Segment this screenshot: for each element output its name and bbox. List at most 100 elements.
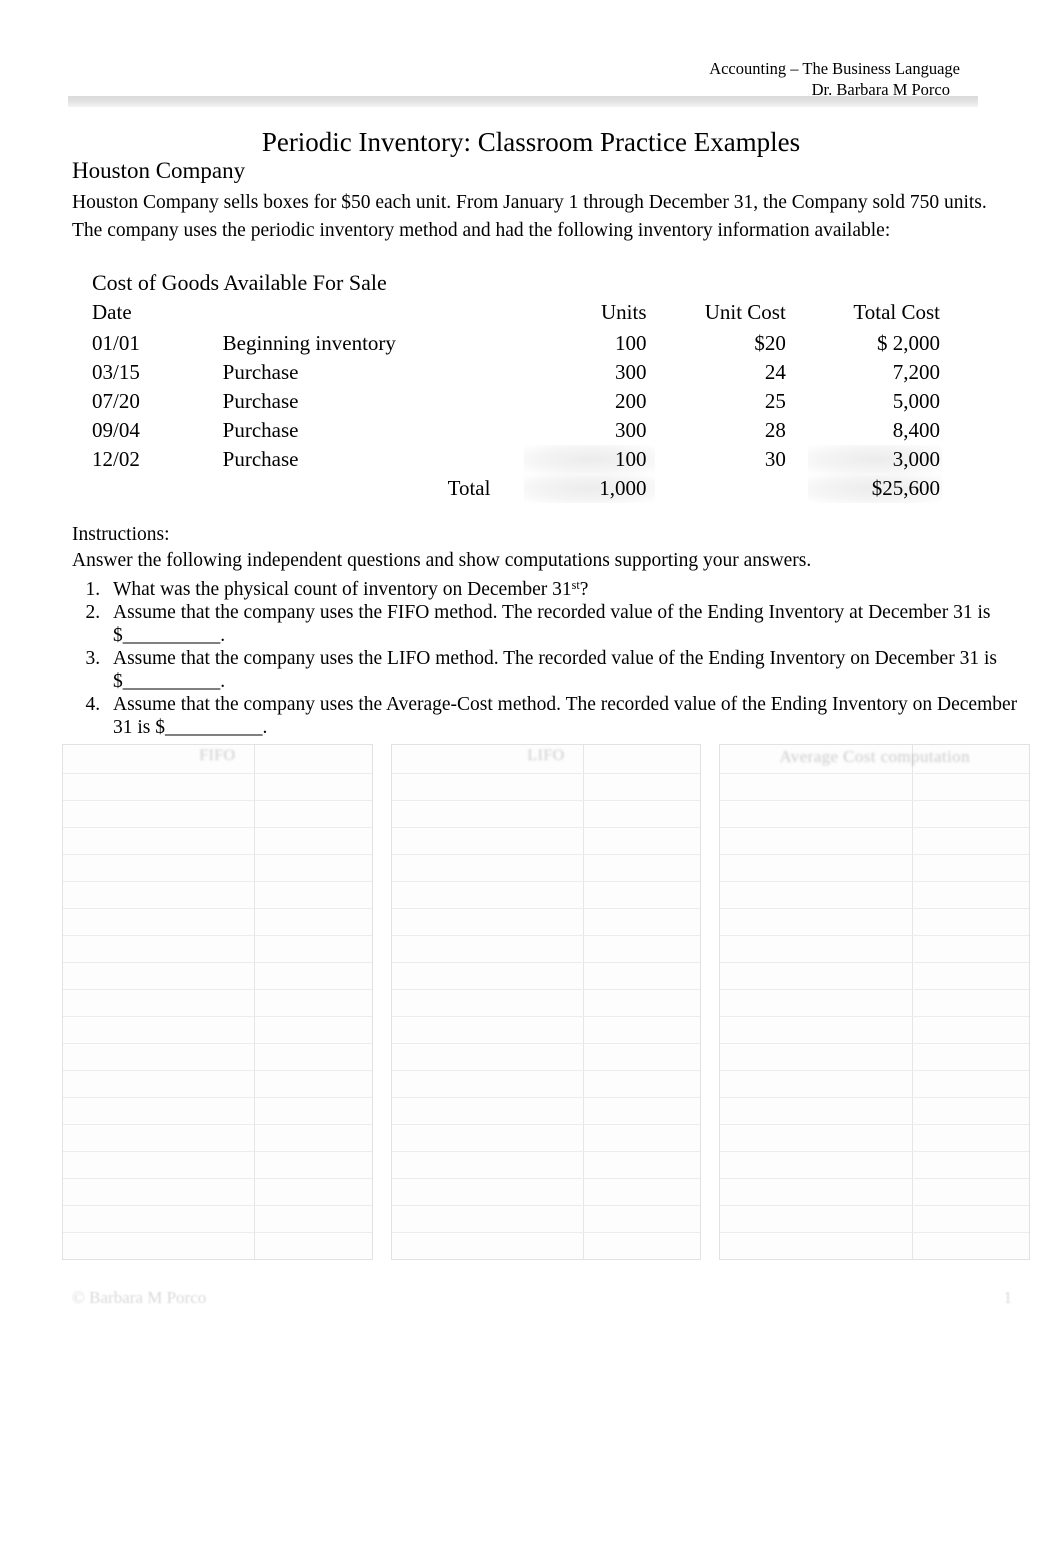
worksheet-cell-left[interactable] (392, 963, 585, 989)
worksheet-cell-right[interactable] (913, 1125, 1029, 1151)
worksheet-cell-left[interactable] (63, 936, 256, 962)
worksheet-cell-left[interactable] (392, 882, 585, 908)
worksheet-cell-right[interactable] (255, 882, 371, 908)
worksheet-cell-right[interactable] (913, 1071, 1029, 1097)
worksheet-cell-left[interactable] (720, 882, 913, 908)
worksheet-cell-right[interactable] (913, 936, 1029, 962)
worksheet-cell-right[interactable] (255, 963, 371, 989)
worksheet-cell-left[interactable] (720, 774, 913, 800)
worksheet-cell-right[interactable] (584, 990, 700, 1016)
worksheet-cell-left[interactable] (63, 774, 256, 800)
worksheet-cell-left[interactable] (63, 1017, 256, 1043)
worksheet-cell-right[interactable] (584, 1206, 700, 1232)
worksheet-cell-left[interactable] (392, 1206, 585, 1232)
worksheet-cell-right[interactable] (584, 936, 700, 962)
worksheet-cell-right[interactable] (913, 801, 1029, 827)
worksheet-cell-right[interactable] (913, 855, 1029, 881)
worksheet-cell-left[interactable] (63, 801, 256, 827)
worksheet-cell-left[interactable] (392, 990, 585, 1016)
worksheet-cell-left[interactable] (392, 1044, 585, 1070)
worksheet-cell-left[interactable] (720, 1179, 913, 1205)
worksheet-cell-right[interactable] (255, 1044, 371, 1070)
worksheet-cell-right[interactable] (255, 909, 371, 935)
worksheet-cell-right[interactable] (255, 1071, 371, 1097)
worksheet-cell-left[interactable] (392, 1125, 585, 1151)
worksheet-cell-left[interactable] (720, 909, 913, 935)
worksheet-cell-left[interactable] (720, 1125, 913, 1151)
worksheet-cell-left[interactable] (720, 963, 913, 989)
worksheet-cell-right[interactable] (913, 1098, 1029, 1124)
worksheet-cell-right[interactable] (255, 828, 371, 854)
worksheet-cell-right[interactable] (913, 1044, 1029, 1070)
worksheet-cell-left[interactable] (392, 1071, 585, 1097)
question-answer-blank[interactable]: ? (580, 579, 589, 600)
worksheet-cell-right[interactable] (255, 1098, 371, 1124)
worksheet-cell-right[interactable] (584, 1179, 700, 1205)
worksheet-cell-right[interactable] (584, 1071, 700, 1097)
worksheet-cell-right[interactable] (255, 1179, 371, 1205)
worksheet-cell-right[interactable] (913, 1179, 1029, 1205)
worksheet-cell-right[interactable] (913, 1152, 1029, 1178)
worksheet-cell-right[interactable] (913, 909, 1029, 935)
worksheet-cell-right[interactable] (255, 1017, 371, 1043)
worksheet-cell-left[interactable] (392, 828, 585, 854)
worksheet-cell-right[interactable] (584, 801, 700, 827)
worksheet-cell-right[interactable] (913, 990, 1029, 1016)
worksheet-cell-left[interactable] (63, 1233, 256, 1259)
worksheet-cell-left[interactable] (720, 1206, 913, 1232)
worksheet-cell-right[interactable] (255, 1152, 371, 1178)
worksheet-cell-right[interactable] (913, 1233, 1029, 1259)
worksheet-cell-right[interactable] (255, 1233, 371, 1259)
worksheet-cell-left[interactable] (720, 1233, 913, 1259)
worksheet-cell-left[interactable] (720, 855, 913, 881)
worksheet-cell-right[interactable] (584, 909, 700, 935)
worksheet-cell-left[interactable] (720, 801, 913, 827)
worksheet-cell-left[interactable] (392, 936, 585, 962)
worksheet-cell-left[interactable] (720, 990, 913, 1016)
question-answer-blank[interactable]: __________. (123, 671, 225, 692)
worksheet-cell-left[interactable] (720, 1017, 913, 1043)
worksheet-cell-right[interactable] (255, 855, 371, 881)
worksheet-cell-left[interactable] (63, 855, 256, 881)
worksheet-cell-right[interactable] (584, 1044, 700, 1070)
worksheet-cell-left[interactable] (392, 1098, 585, 1124)
worksheet-cell-left[interactable] (720, 1098, 913, 1124)
worksheet-cell-right[interactable] (255, 801, 371, 827)
worksheet-cell-left[interactable] (63, 1206, 256, 1232)
worksheet-cell-left[interactable] (392, 1152, 585, 1178)
worksheet-cell-right[interactable] (255, 774, 371, 800)
worksheet-cell-left[interactable] (63, 1044, 256, 1070)
worksheet-cell-left[interactable] (720, 936, 913, 962)
worksheet-cell-left[interactable] (63, 909, 256, 935)
worksheet-cell-left[interactable] (392, 909, 585, 935)
worksheet-cell-left[interactable] (63, 963, 256, 989)
worksheet-cell-right[interactable] (913, 963, 1029, 989)
worksheet-cell-right[interactable] (913, 1206, 1029, 1232)
worksheet-cell-right[interactable] (913, 1017, 1029, 1043)
worksheet-cell-left[interactable] (720, 1071, 913, 1097)
worksheet-cell-right[interactable] (584, 774, 700, 800)
question-answer-blank[interactable]: __________. (123, 625, 225, 646)
worksheet-cell-right[interactable] (584, 1152, 700, 1178)
worksheet-cell-left[interactable] (392, 801, 585, 827)
worksheet-cell-right[interactable] (913, 828, 1029, 854)
worksheet-cell-right[interactable] (584, 963, 700, 989)
worksheet-cell-left[interactable] (63, 990, 256, 1016)
worksheet-cell-right[interactable] (913, 882, 1029, 908)
worksheet-cell-left[interactable] (392, 774, 585, 800)
worksheet-cell-right[interactable] (584, 882, 700, 908)
question-answer-blank[interactable]: __________. (165, 717, 267, 738)
worksheet-cell-left[interactable] (392, 1017, 585, 1043)
worksheet-cell-right[interactable] (584, 1233, 700, 1259)
worksheet-cell-right[interactable] (255, 990, 371, 1016)
worksheet-cell-right[interactable] (255, 1206, 371, 1232)
worksheet-cell-left[interactable] (63, 882, 256, 908)
worksheet-cell-right[interactable] (913, 774, 1029, 800)
worksheet-cell-left[interactable] (720, 1044, 913, 1070)
worksheet-cell-left[interactable] (392, 1179, 585, 1205)
worksheet-cell-left[interactable] (720, 828, 913, 854)
worksheet-cell-left[interactable] (392, 1233, 585, 1259)
worksheet-cell-left[interactable] (392, 855, 585, 881)
worksheet-cell-right[interactable] (584, 1017, 700, 1043)
worksheet-cell-right[interactable] (584, 828, 700, 854)
